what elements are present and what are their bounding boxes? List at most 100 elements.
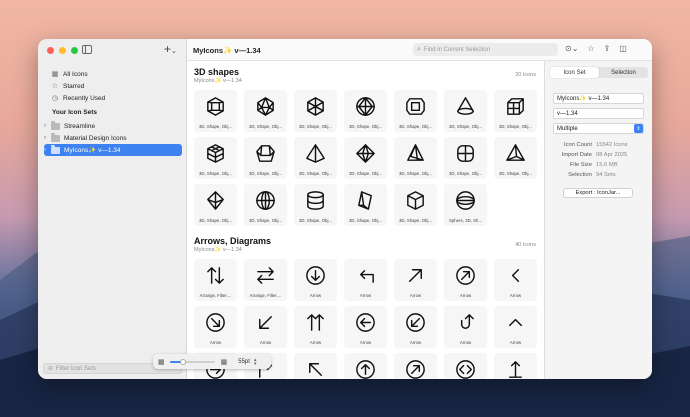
icon-tile[interactable]: Arrange, Filter,... <box>194 259 237 301</box>
icon-tile-label: Arrow <box>359 293 372 298</box>
icon-tile[interactable]: 3D, Shape, Obj... <box>394 184 437 226</box>
set-version-field[interactable]: v—1.34 <box>553 108 644 119</box>
hook-up-icon <box>460 314 474 329</box>
icon-browser[interactable]: 3D shapes MyIcons✨ v—1.34 20 Icons 3D, S… <box>187 61 544 379</box>
folder-icon <box>51 133 60 142</box>
tab-icon-set[interactable]: Icon Set <box>550 67 599 78</box>
sidebar-item-starred[interactable]: ☆ Starred <box>44 80 182 92</box>
icon-tile[interactable]: Arrow <box>194 306 237 348</box>
stat-value: 94 Sets <box>596 172 616 178</box>
icon-tile[interactable]: Arrow <box>244 306 287 348</box>
small-grid-icon[interactable]: ▦ <box>158 358 165 366</box>
icon-tile-label: 3D, Shape, Obj... <box>249 171 282 176</box>
icon-tile[interactable] <box>394 353 437 379</box>
star-icon[interactable]: ☆ <box>587 44 594 53</box>
icon-tile-label: 3D, Shape, Obj... <box>349 171 382 176</box>
icon-tile[interactable]: Sphere, 3D, Sh... <box>444 184 487 226</box>
icon-tile[interactable]: Arrow <box>444 306 487 348</box>
icon-tile[interactable]: Arrange, Filter,... <box>244 259 287 301</box>
icon-tile-label: Arrow <box>309 340 322 345</box>
license-select[interactable]: Multiple ⇕ <box>553 123 644 134</box>
icon-tile[interactable]: 3D, Shape, Obj... <box>194 184 237 226</box>
zoom-stepper-icon[interactable]: ▴ ▾ <box>254 357 257 366</box>
cylinder-icon <box>307 191 324 210</box>
share-icon[interactable]: ⇪ <box>604 44 611 53</box>
sidebar-item-recently-used[interactable]: ◷ Recently Used <box>44 92 182 104</box>
icon-tile[interactable]: 3D, Shape, Obj... <box>344 137 387 179</box>
icon-tile[interactable]: 3D, Shape, Obj... <box>444 90 487 132</box>
icon-tile[interactable] <box>294 353 337 379</box>
tab-selection[interactable]: Selection <box>599 67 648 78</box>
minimize-window-button[interactable] <box>59 47 66 54</box>
frustum-icon <box>256 145 275 162</box>
icon-tile[interactable]: 3D, Shape, Obj... <box>194 90 237 132</box>
chevron-updown-icon: ⇕ <box>634 124 643 133</box>
icon-tile[interactable]: Arrow <box>344 306 387 348</box>
updown-icon <box>207 267 224 284</box>
box-icon <box>407 191 424 210</box>
set-name-field[interactable]: MyIcons✨ v—1.34 <box>553 93 644 104</box>
icon-tile[interactable]: Arrow <box>394 306 437 348</box>
icon-tile[interactable]: Arrow <box>494 259 537 301</box>
icon-tile[interactable]: 3D, Shape, Obj... <box>444 137 487 179</box>
chevron-right-icon[interactable]: › <box>44 135 46 141</box>
icon-tile[interactable]: 3D, Shape, Obj... <box>294 184 337 226</box>
chevron-right-icon[interactable]: › <box>44 147 46 153</box>
icon-tile[interactable]: 3D, Shape, Obj... <box>394 90 437 132</box>
icon-tile[interactable]: 3D, Shape, Obj... <box>294 90 337 132</box>
sidebar-item-all-icons[interactable]: ▦ All Icons <box>44 68 182 80</box>
icon-tile[interactable]: Arrow <box>444 259 487 301</box>
sidebar-set-myicons[interactable]: › MyIcons✨ v—1.34 <box>44 144 182 156</box>
icon-tile[interactable]: 3D, Shape, Obj... <box>244 137 287 179</box>
icon-tile[interactable]: Arrow <box>344 259 387 301</box>
icon-tile[interactable]: 3D, Shape, Obj... <box>344 184 387 226</box>
cube-hex-icon <box>207 97 224 116</box>
sidebar-toggle-icon[interactable] <box>82 45 92 54</box>
icon-tile-label: Arrow <box>459 293 472 298</box>
icon-tile[interactable]: 3D, Shape, Obj... <box>344 90 387 132</box>
zoom-slider-handle[interactable] <box>180 358 187 365</box>
zoom-window-button[interactable] <box>71 47 78 54</box>
icon-tile[interactable]: Arrow <box>294 259 337 301</box>
icon-tile-label: Arrange, Filter,... <box>199 293 232 298</box>
section-count: 20 Icons <box>515 72 536 78</box>
chevron-right-icon[interactable]: › <box>44 123 46 129</box>
bipyramid-icon <box>207 191 224 210</box>
icon-tile[interactable]: Arrow <box>294 306 337 348</box>
icon-tile-label: 3D, Shape, Obj... <box>349 124 382 129</box>
sidebar-set-streamline[interactable]: › Streamline <box>44 120 182 132</box>
inspector-toggle-icon[interactable]: ◫ <box>619 44 627 53</box>
close-window-button[interactable] <box>47 47 54 54</box>
sidebar-set-material-design-icons[interactable]: › Material Design Icons <box>44 132 182 144</box>
more-options-icon[interactable]: ⊙⌄ <box>565 44 578 53</box>
rubik-icon <box>207 144 224 163</box>
add-set-button[interactable]: +⌄ <box>164 42 177 56</box>
cube-grid-icon <box>507 98 524 115</box>
icon-tile[interactable]: 3D, Shape, Obj... <box>494 90 537 132</box>
circle-lr-icon <box>456 360 475 379</box>
search-input[interactable]: ⌕ Find in Current Selection <box>413 43 558 56</box>
icon-tile[interactable]: 3D, Shape, Obj... <box>244 90 287 132</box>
pyramid2-icon <box>407 144 424 161</box>
icon-tile[interactable]: 3D, Shape, Obj... <box>294 137 337 179</box>
icon-tile[interactable] <box>344 353 387 379</box>
zoom-slider[interactable] <box>169 358 215 365</box>
icon-tile[interactable]: 3D, Shape, Obj... <box>244 184 287 226</box>
icon-tile[interactable] <box>494 353 537 379</box>
section-title: Arrows, Diagrams <box>194 236 272 246</box>
icon-tile[interactable]: 3D, Shape, Obj... <box>194 137 237 179</box>
icon-tile[interactable] <box>444 353 487 379</box>
section-header-arrows: Arrows, Diagrams MyIcons✨ v—1.34 <box>194 236 271 253</box>
diag-up-right-icon <box>409 269 422 282</box>
stat-import-date: Import Date 08 Apr 2025 <box>549 152 649 158</box>
icon-tile-label: 3D, Shape, Obj... <box>399 171 432 176</box>
bar-up-icon <box>509 361 522 378</box>
chev-up-icon <box>509 318 522 327</box>
icon-tile-label: Arrow <box>259 340 272 345</box>
icon-tile[interactable]: Arrow <box>494 306 537 348</box>
export-button[interactable]: Export : IconJar... <box>563 188 633 198</box>
icon-tile[interactable]: Arrow <box>394 259 437 301</box>
large-grid-icon[interactable]: ▦ <box>221 358 228 366</box>
icon-tile[interactable]: 3D, Shape, Obj... <box>494 137 537 179</box>
icon-tile[interactable]: 3D, Shape, Obj... <box>394 137 437 179</box>
